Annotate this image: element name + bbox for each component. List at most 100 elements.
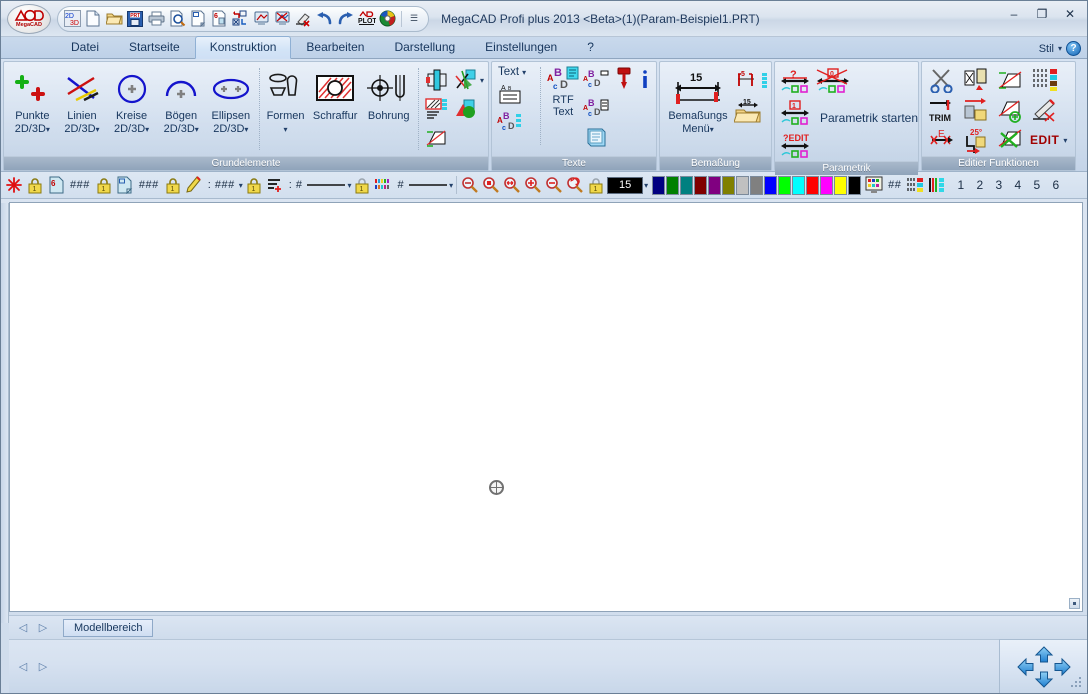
pen-lock-icon[interactable]: 1 — [244, 175, 264, 196]
palette-swatch[interactable] — [708, 175, 722, 195]
linetype-value[interactable]: : # — [286, 179, 306, 191]
pen-width-caret-icon[interactable]: ▾ — [644, 181, 648, 190]
points-button[interactable]: Punkte 2D/3D▾ — [8, 65, 57, 137]
contour-edit-icon[interactable] — [994, 65, 1028, 95]
palette-swatch[interactable] — [666, 175, 680, 195]
palette-swatch[interactable] — [694, 175, 708, 195]
palette-swatch[interactable] — [806, 175, 820, 195]
rtf-text-icon[interactable]: A B c D — [546, 64, 580, 94]
solid-fill-icon[interactable] — [452, 95, 480, 123]
linetype-lock-icon[interactable]: 1 — [352, 175, 372, 196]
hatch-button[interactable]: Schraffur — [308, 65, 362, 124]
tab-help[interactable]: ? — [572, 36, 609, 58]
layer-number-4[interactable]: 4 — [1010, 176, 1025, 195]
text-lines-icon[interactable]: A B c D — [582, 94, 610, 122]
ellipses-button[interactable]: Ellipsen 2D/3D▾ — [207, 65, 256, 137]
palette-swatch[interactable] — [820, 175, 834, 195]
copy-move-icon[interactable] — [960, 65, 994, 95]
snap-star-icon[interactable] — [4, 175, 24, 196]
color-table-icon[interactable] — [926, 175, 946, 196]
hash-value[interactable]: ## — [885, 179, 904, 191]
dimension-settings-icon[interactable]: 5 — [733, 66, 761, 94]
palette-swatch[interactable] — [722, 175, 736, 195]
section-tool-icon[interactable] — [423, 66, 451, 94]
contour-add-icon[interactable] — [994, 95, 1028, 125]
status-next-arrow[interactable]: ▷ — [35, 659, 51, 675]
palette-swatch[interactable] — [764, 175, 778, 195]
layer-number-1[interactable]: 1 — [953, 176, 968, 195]
toggle-2d-3d-icon[interactable]: 2D 3D — [62, 9, 82, 29]
layer-number-2[interactable]: 2 — [972, 176, 987, 195]
rotate-angle-icon[interactable]: 25° — [960, 125, 994, 155]
linetype-caret-icon[interactable]: ▾ — [347, 181, 351, 190]
scissors-cut-icon[interactable] — [926, 65, 960, 95]
pen-table-icon[interactable] — [905, 175, 925, 196]
palette-swatch[interactable] — [778, 175, 792, 195]
zoom-reduce-icon[interactable] — [544, 175, 564, 196]
linetype-icon[interactable] — [265, 175, 285, 196]
text-box-icon[interactable]: A B — [496, 80, 524, 108]
palette-swatch[interactable] — [792, 175, 806, 195]
tab-konstruktion[interactable]: Konstruktion — [194, 36, 292, 59]
dimension-menu-button[interactable]: 15 Bemaßungs Menü▾ — [664, 65, 732, 137]
zoom-out-icon[interactable] — [460, 175, 480, 196]
solid-3d-icon[interactable] — [452, 66, 480, 94]
new-file-icon[interactable] — [83, 9, 103, 29]
save-prt-icon[interactable]: PRT — [125, 9, 145, 29]
screen-colors-icon[interactable] — [864, 175, 884, 196]
canvas-resize-grip[interactable] — [1069, 598, 1080, 609]
param-delete-icon[interactable]: 0 — [814, 66, 852, 97]
layer-number-6[interactable]: 6 — [1048, 176, 1063, 195]
linewidth-swatch[interactable] — [408, 180, 448, 190]
text-dropdown-button[interactable]: Text ▾ — [496, 64, 537, 80]
qat-more-icon[interactable]: ☰ — [406, 13, 422, 24]
contour-delete-icon[interactable] — [994, 125, 1028, 155]
chevron-down-icon[interactable]: ▾ — [1058, 44, 1062, 53]
undo-icon[interactable] — [314, 9, 334, 29]
sheet-value[interactable]: ### — [136, 179, 162, 191]
param-value-icon[interactable]: 1 — [779, 98, 813, 129]
sheet-page-icon[interactable] — [115, 175, 135, 196]
close-button[interactable]: ✕ — [1057, 5, 1083, 23]
zoom-in-icon[interactable] — [523, 175, 543, 196]
layout-page-icon[interactable] — [188, 9, 208, 29]
layer-number-5[interactable]: 5 — [1029, 176, 1044, 195]
pencil-delete-icon[interactable] — [1028, 95, 1062, 125]
maximize-button[interactable]: ❐ — [1029, 5, 1055, 23]
param-edit-icon[interactable]: ?EDIT — [779, 130, 813, 161]
minimize-button[interactable]: – — [1001, 5, 1027, 23]
text-pin-icon[interactable] — [610, 65, 638, 93]
sheet-next-arrow[interactable]: ▷ — [35, 620, 51, 636]
notepad-icon[interactable] — [582, 123, 610, 151]
text-list-icon[interactable]: A B c D — [496, 108, 524, 136]
contour-tool-icon[interactable] — [423, 124, 451, 152]
drawing-canvas[interactable] — [9, 202, 1083, 612]
palette-swatch[interactable] — [680, 175, 694, 195]
edit-dropdown-label[interactable]: EDIT — [1030, 133, 1059, 147]
palette-swatch[interactable] — [750, 175, 764, 195]
layer-lock-1-icon[interactable]: 1 — [25, 175, 45, 196]
text-label-icon[interactable]: A B c D — [582, 65, 610, 93]
screen-view-delete-icon[interactable] — [272, 9, 292, 29]
palette-swatch[interactable] — [848, 175, 862, 195]
arcs-button[interactable]: Bögen 2D/3D▾ — [157, 65, 206, 137]
dimension-open-folder-icon[interactable]: 15 — [733, 95, 765, 125]
linewidth-value[interactable]: # — [394, 179, 407, 191]
eraser-icon[interactable] — [293, 9, 313, 29]
linewidth-caret-icon[interactable]: ▾ — [449, 181, 453, 190]
param-question-icon[interactable]: ? — [779, 66, 813, 97]
print-icon[interactable] — [146, 9, 166, 29]
extend-e-icon[interactable]: E — [926, 125, 960, 155]
pen-width-combo[interactable]: 15 — [607, 176, 644, 194]
zoom-all-icon[interactable] — [502, 175, 522, 196]
hatch-list-icon[interactable] — [423, 95, 451, 123]
sheet-tab-modellbereich[interactable]: Modellbereich — [63, 618, 154, 637]
palette-swatch[interactable] — [736, 175, 750, 195]
sheet-lock-icon[interactable]: 1 — [163, 175, 183, 196]
pan-navigation-widget[interactable] — [999, 639, 1087, 693]
pen-caret-icon[interactable]: ▾ — [239, 181, 243, 190]
linetype-swatch[interactable] — [306, 180, 346, 190]
tab-bearbeiten[interactable]: Bearbeiten — [291, 36, 379, 58]
help-icon[interactable]: ? — [1066, 41, 1081, 56]
page-setup-icon[interactable]: 6 — [209, 9, 229, 29]
